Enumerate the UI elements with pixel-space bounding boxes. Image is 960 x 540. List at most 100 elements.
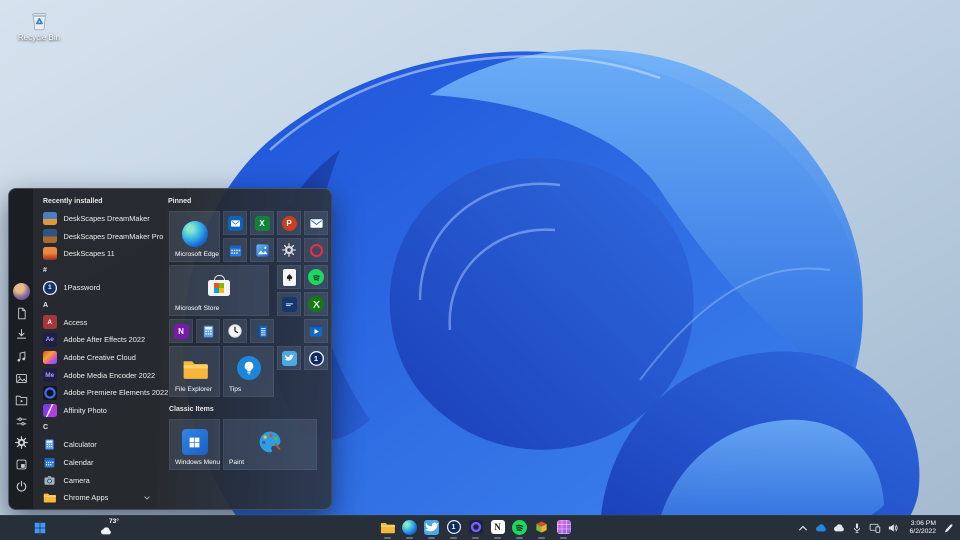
tile-calculator[interactable] (196, 319, 220, 343)
tile-windows-menu[interactable]: Windows Menu (169, 419, 220, 470)
calculator-icon (43, 438, 57, 452)
cloud-icon (833, 522, 845, 534)
tile-xbox[interactable] (304, 292, 328, 316)
powerpoint-icon: P (282, 216, 297, 231)
app-list-header-recently-installed: Recently installed (33, 193, 163, 210)
app-list-header-c[interactable]: C (33, 419, 163, 436)
start-menu-rail (9, 189, 33, 509)
start-button[interactable] (33, 521, 47, 535)
tile-excel[interactable]: X (250, 211, 274, 235)
system-tray: 3:06 PM 6/2/2022 (796, 516, 954, 540)
taskbar-icon-spotify[interactable] (511, 519, 528, 536)
tray-cast-button[interactable] (868, 521, 881, 535)
deskscapes-grid-icon (557, 520, 571, 534)
tile-photos[interactable] (250, 238, 274, 262)
tray-volume-button[interactable] (886, 521, 899, 535)
tile-solitaire[interactable] (277, 265, 301, 289)
app-item-chrome-apps[interactable]: Chrome Apps (33, 489, 163, 507)
chrome-apps-folder-icon (43, 491, 57, 505)
journal-icon (255, 324, 270, 339)
media-encoder-icon: Me (43, 368, 57, 382)
rail-pictures-button[interactable] (9, 367, 33, 389)
classic-items-header: Classic Items (169, 406, 214, 413)
premiere-elements-icon (43, 386, 57, 400)
speaker-icon (887, 522, 899, 534)
clock-icon (227, 323, 243, 339)
app-item-calendar[interactable]: Calendar (33, 454, 163, 472)
tile-paint[interactable]: Paint (223, 419, 317, 470)
rail-power-button[interactable] (9, 475, 33, 497)
tile-spotify[interactable] (304, 265, 328, 289)
rail-settings-button[interactable] (9, 432, 33, 454)
edge-icon (402, 520, 417, 535)
taskbar-icon-notion[interactable]: N (489, 519, 506, 536)
app-list: Recently installed DeskScapes DreamMaker… (33, 193, 163, 507)
tile-alarms-clock[interactable] (223, 319, 247, 343)
app-item-1password[interactable]: 11Password (33, 279, 163, 297)
affinity-photo-icon (43, 404, 57, 418)
store-bag-icon (208, 275, 230, 296)
app-item-deskscapes-11[interactable]: DeskScapes 11 (33, 245, 163, 263)
rail-documents-button[interactable] (9, 303, 33, 325)
app-item-camera[interactable]: Camera (33, 471, 163, 489)
tray-overflow-button[interactable] (796, 521, 809, 535)
power-icon (15, 480, 28, 493)
app-item-adobe-after-effects[interactable]: AeAdobe After Effects 2022 (33, 331, 163, 349)
tile-movies-tv[interactable] (304, 319, 328, 343)
desktop-icon-recycle-bin[interactable]: Recycle Bin (10, 8, 68, 42)
app-item-calculator[interactable]: Calculator (33, 436, 163, 454)
tile-1password[interactable]: 1 (304, 346, 328, 370)
tile-powerpoint[interactable]: P (277, 211, 301, 235)
rail-downloads-button[interactable] (9, 324, 33, 346)
tile-mail[interactable] (304, 211, 328, 235)
tile-microsoft-store[interactable]: Microsoft Store (169, 265, 269, 316)
taskbar-icon-app-purple-ring[interactable] (467, 519, 484, 536)
tile-opera[interactable] (304, 238, 328, 262)
tray-microphone-button[interactable] (850, 521, 863, 535)
rail-lock-button[interactable] (9, 454, 33, 476)
rail-music-button[interactable] (9, 346, 33, 368)
mail-icon (309, 216, 324, 231)
calculator-icon (201, 324, 216, 339)
tile-msn[interactable] (277, 292, 301, 316)
app-item-deskscapes-dreammaker[interactable]: DeskScapes DreamMaker (33, 210, 163, 228)
clock-date: 6/2/2022 (904, 528, 936, 536)
taskbar-icon-deskscapes[interactable] (555, 519, 572, 536)
app-list-header-a[interactable]: A (33, 297, 163, 314)
tile-calendar[interactable] (223, 238, 247, 262)
tile-tips[interactable]: Tips (223, 346, 274, 397)
tile-file-explorer[interactable]: File Explorer (169, 346, 220, 397)
app-item-access[interactable]: AAccess (33, 313, 163, 331)
taskbar-icon-file-explorer[interactable] (379, 519, 396, 536)
tile-twitter[interactable] (277, 346, 301, 370)
taskbar-icon-cube-app[interactable] (533, 519, 550, 536)
weather-temp: 73° (109, 518, 119, 525)
excel-icon: X (255, 216, 270, 231)
app-item-adobe-premiere-elements[interactable]: Adobe Premiere Elements 2022 (33, 384, 163, 402)
app-item-deskscapes-dreammaker-pro[interactable]: DeskScapes DreamMaker Pro (33, 227, 163, 245)
calendar-icon (43, 456, 57, 470)
tile-outlook[interactable] (223, 211, 247, 235)
tray-onedrive-button[interactable] (814, 521, 827, 535)
app-item-affinity-photo[interactable]: Affinity Photo (33, 402, 163, 420)
taskbar-clock[interactable]: 3:06 PM 6/2/2022 (904, 520, 936, 536)
app-item-adobe-media-encoder[interactable]: MeAdobe Media Encoder 2022 (33, 366, 163, 384)
tray-cloud-button[interactable] (832, 521, 845, 535)
rail-preferences-button[interactable] (9, 411, 33, 433)
taskbar-icon-1password[interactable]: 1 (445, 519, 462, 536)
tile-onenote[interactable]: N (169, 319, 193, 343)
chevron-down-icon[interactable] (143, 494, 151, 502)
taskbar-icon-twitter[interactable] (423, 519, 440, 536)
rail-videos-button[interactable] (9, 389, 33, 411)
app-list-header-hash[interactable]: # (33, 263, 163, 280)
tray-pen-button[interactable] (941, 521, 954, 535)
document-icon (15, 307, 28, 320)
taskbar-icon-edge[interactable] (401, 519, 418, 536)
tile-settings[interactable] (277, 238, 301, 262)
tile-microsoft-edge[interactable]: Microsoft Edge (169, 211, 220, 262)
creative-cloud-icon (43, 351, 57, 365)
user-avatar-button[interactable] (9, 281, 33, 303)
weather-widget[interactable]: 73° (98, 518, 128, 538)
app-item-adobe-creative-cloud[interactable]: Adobe Creative Cloud (33, 349, 163, 367)
tile-journal[interactable] (250, 319, 274, 343)
